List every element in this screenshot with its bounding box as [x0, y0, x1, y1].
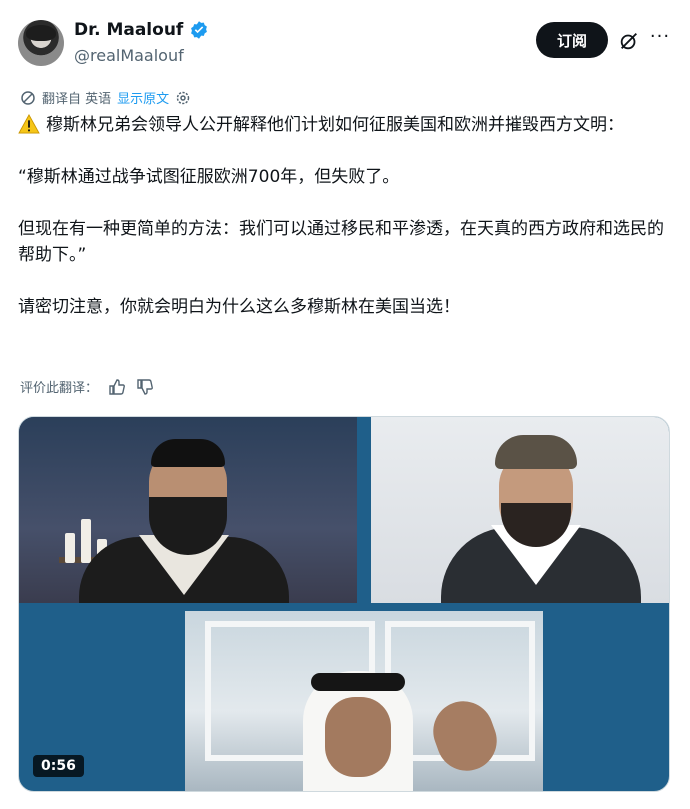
thumbs-down-icon[interactable] [136, 378, 154, 396]
display-name[interactable]: Dr. Maalouf [74, 20, 183, 40]
speaker-cap [495, 435, 577, 469]
video-panel-bottom [185, 611, 543, 791]
tweet-body: 穆斯林兄弟会领导人公开解释他们计划如何征服美国和欧洲并摧毁西方文明： “穆斯林通… [18, 112, 668, 320]
subscribe-button[interactable]: 订阅 [536, 22, 608, 58]
user-handle[interactable]: @realMaalouf [74, 46, 184, 65]
tweet-line-3: 但现在有一种更简单的方法：我们可以通过移民和平渗透，在天真的西方政府和选民的帮助… [18, 219, 664, 265]
translation-bar: 翻译自 英语 显示原文 [20, 88, 191, 107]
rate-translation-row: 评价此翻译： [20, 377, 154, 396]
rate-translation-label: 评价此翻译： [20, 381, 99, 396]
candle [65, 533, 75, 563]
name-row: Dr. Maalouf [74, 20, 209, 40]
tweet-line-4: 请密切注意，你就会明白为什么这么多穆斯林在美国当选！ [18, 297, 460, 317]
tweet-line-2: “穆斯林通过战争试图征服欧洲700年，但失败了。 [18, 167, 400, 187]
thumbs-up-icon[interactable] [108, 378, 126, 396]
tweet-line-1-text: 穆斯林兄弟会领导人公开解释他们计划如何征服美国和欧洲并摧毁西方文明： [46, 115, 624, 135]
show-original-link[interactable]: 显示原文 [117, 88, 169, 107]
verified-badge-icon [191, 21, 208, 39]
candle [81, 519, 91, 563]
speaker-cap [151, 439, 225, 467]
speaker-face [325, 697, 391, 777]
user-avatar[interactable] [18, 20, 64, 66]
warning-icon [18, 114, 40, 134]
video-duration-badge: 0:56 [33, 755, 84, 777]
video-panel-left [19, 417, 357, 603]
speaker-agal [311, 673, 405, 691]
video-player[interactable]: 0:56 [18, 416, 670, 792]
grok-icon[interactable] [618, 30, 640, 52]
video-panel-right [371, 417, 669, 603]
more-icon[interactable]: ··· [648, 28, 672, 52]
tweet-line-1: 穆斯林兄弟会领导人公开解释他们计划如何征服美国和欧洲并摧毁西方文明： [18, 112, 668, 138]
translate-icon [21, 90, 35, 105]
settings-gear-icon[interactable] [175, 90, 191, 106]
tweet-header: Dr. Maalouf @realMaalouf 订阅 ··· [18, 16, 672, 72]
panel-divider [357, 417, 371, 603]
translated-from-label: 翻译自 英语 [42, 92, 112, 107]
